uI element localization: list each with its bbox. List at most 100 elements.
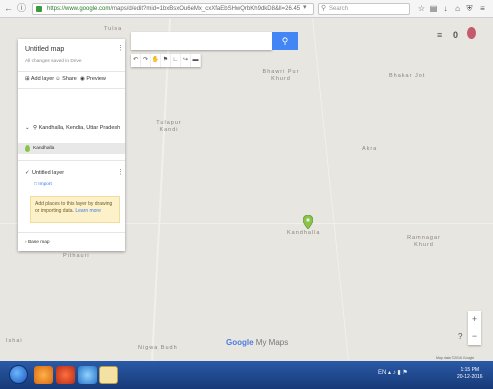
result-row[interactable]: Kandhalla (18, 143, 125, 154)
marker-icon[interactable]: ⚑ (161, 54, 171, 67)
base-map-toggle[interactable]: › Base map (25, 240, 50, 245)
start-button[interactable] (9, 365, 28, 384)
menu-icon[interactable]: ≡ (478, 4, 487, 13)
google-logo-text: Google (226, 338, 254, 347)
road (151, 18, 171, 361)
place-label: Nigwa Budh (138, 345, 178, 351)
place-label: Tulsa (104, 26, 123, 32)
apps-grid-icon[interactable]: ≡ (437, 30, 442, 40)
ruler-icon[interactable]: ▬ (191, 54, 201, 67)
media-player-icon[interactable] (78, 366, 97, 384)
learn-more-link[interactable]: Learn more (75, 208, 101, 214)
saved-status: All changes saved in Drive (25, 59, 82, 64)
info-icon[interactable]: ⓘ (16, 3, 27, 14)
notifications-icon[interactable]: 0 (453, 30, 458, 40)
search-result-header[interactable]: ⚲ Kandhalla, Kendia, Uttar Pradesh (33, 125, 120, 131)
google-my-maps-logo: Google My Maps (226, 338, 288, 347)
clock-date: 20-12-2016 (457, 374, 483, 380)
add-layer-icon: ⊞ (25, 76, 30, 82)
browser-search-input[interactable]: ⚲ Search (318, 3, 410, 15)
network-icon[interactable]: ▴ (388, 370, 391, 376)
result-item-label: Kandhalla (33, 146, 55, 151)
clock-time: 1:15 PM (460, 367, 480, 373)
map-title[interactable]: Untitled map (25, 46, 64, 53)
more-options-icon[interactable]: ⋮ (117, 44, 124, 52)
browser-toolbar: ← ⓘ https://www.google.com/maps/d/edit?m… (0, 0, 493, 18)
layer-options-icon[interactable]: ⋮ (117, 168, 124, 176)
import-link[interactable]: □ Import (34, 182, 52, 187)
search-placeholder: Search (329, 6, 349, 12)
import-label: Import (38, 182, 52, 187)
battery-icon[interactable]: ▮ (397, 370, 400, 376)
base-map-label: Base map (27, 240, 50, 245)
add-layer-button[interactable]: ⊞ Add layer (25, 76, 54, 82)
divider (18, 71, 125, 72)
divider (18, 88, 125, 89)
map-search-button[interactable]: ⚲ (272, 32, 298, 50)
zoom-in-button[interactable]: + (468, 311, 481, 328)
firefox-icon[interactable] (34, 366, 53, 384)
back-icon[interactable]: ← (3, 3, 14, 14)
flag-icon[interactable]: ⚑ (402, 370, 407, 376)
import-icon: □ (34, 182, 37, 187)
help-icon[interactable]: ? (458, 332, 462, 341)
search-result-label: Kandhalla, Kendia, Uttar Pradesh (38, 125, 121, 131)
home-icon[interactable]: ⌂ (453, 4, 462, 13)
system-tray: EN ▴ ♪ ▮ ⚑ (378, 369, 408, 376)
address-bar[interactable]: https://www.google.com/maps/d/edit?mid=1… (32, 3, 314, 15)
url-path: /maps/d/edit?mid=1bxBsxOu6eMx_cxXfaEbSHw… (110, 6, 301, 12)
shield-icon[interactable]: ⛨ (465, 4, 474, 13)
map-search-input[interactable] (131, 32, 272, 50)
map-canvas[interactable]: Tulsa Bhawri Pur Khurd Bhakar Jot Tulapu… (0, 18, 493, 361)
place-label: Bhawri Pur Khurd (262, 69, 300, 82)
taskbar: EN ▴ ♪ ▮ ⚑ 1:15 PM 20-12-2016 (0, 361, 493, 389)
share-button[interactable]: ☺ Share (55, 76, 77, 82)
download-icon[interactable]: ↓ (441, 4, 450, 13)
undo-icon[interactable]: ↶ (131, 54, 141, 67)
volume-icon[interactable]: ♪ (393, 370, 396, 376)
hand-icon[interactable]: ✋ (151, 54, 161, 67)
clock[interactable]: 1:15 PM 20-12-2016 (457, 367, 483, 381)
place-label: Ishai (6, 338, 23, 344)
place-label: Ramnagar Khurd (407, 235, 441, 248)
zoom-out-button[interactable]: − (468, 328, 481, 345)
divider (18, 232, 125, 233)
directions-icon[interactable]: ↪ (181, 54, 191, 67)
zoom-control: + − (468, 311, 481, 345)
place-label: Bhakar Jot (389, 73, 426, 79)
dropdown-icon[interactable]: ▾ (303, 3, 307, 11)
share-icon: ☺ (55, 76, 61, 82)
preview-icon: ◉ (80, 76, 85, 82)
avatar[interactable] (467, 27, 476, 39)
road (312, 18, 349, 361)
preview-label: Preview (86, 76, 106, 82)
browser-icon[interactable] (56, 366, 75, 384)
place-label: Tulapur Kandi (156, 120, 182, 133)
green-pin-icon (25, 145, 30, 152)
collapse-icon[interactable]: ⌄ (25, 125, 30, 131)
language-icon[interactable]: EN (378, 370, 386, 376)
location-marker-icon[interactable] (303, 215, 313, 229)
map-panel: Untitled map ⋮ All changes saved in Driv… (18, 39, 125, 251)
map-attribution: Map data ©2016 Google (436, 356, 475, 360)
place-label: Kandhalla (287, 230, 321, 236)
share-label: Share (62, 76, 77, 82)
chevron-right-icon: › (25, 240, 27, 245)
preview-button[interactable]: ◉ Preview (80, 76, 106, 82)
line-icon[interactable]: ∟ (171, 54, 181, 67)
layer-checkbox[interactable]: ✓ (25, 170, 30, 176)
layer-name[interactable]: Untitled layer (32, 170, 64, 176)
star-icon[interactable]: ☆ (417, 4, 426, 13)
url-host: https://www.google.com (47, 6, 111, 12)
lock-icon (36, 6, 42, 12)
add-layer-label: Add layer (30, 76, 55, 82)
divider (18, 160, 125, 161)
my-maps-text: My Maps (255, 338, 289, 347)
clipboard-icon[interactable]: ▤ (429, 4, 438, 13)
redo-icon[interactable]: ↷ (141, 54, 151, 67)
folder-icon[interactable] (99, 366, 118, 384)
place-label: Pithauri (63, 253, 90, 259)
place-label: Akra (362, 146, 378, 152)
drawing-toolbar: ↶ ↷ ✋ ⚑ ∟ ↪ ▬ (131, 54, 201, 67)
search-icon: ⚲ (321, 5, 327, 12)
